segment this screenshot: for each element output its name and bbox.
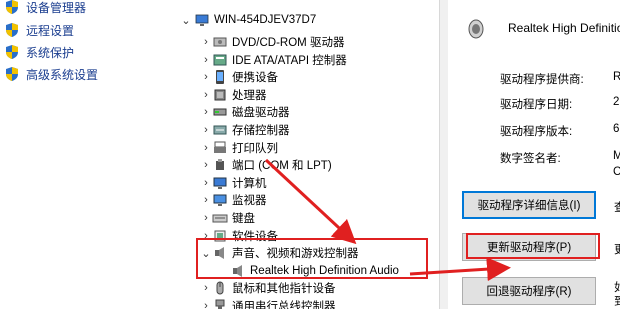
tree-item-label: 磁盘驱动器 [232,107,290,119]
signer-label: 数字签名者: [500,153,561,165]
device-properties-panel: Realtek High Definition 驱动程序提供商: R 驱动程序日… [448,0,620,309]
tree-root[interactable]: ⌄ WIN-454DJEV37D7 [172,9,440,31]
chevron-right-icon[interactable]: › [200,177,212,189]
rollback-driver-button[interactable]: 回退驱动程序(R) [462,277,596,305]
date-value: 2( [613,96,620,108]
tree-item-label: DVD/CD-ROM 驱动器 [232,37,345,49]
portable-device-icon [212,69,228,85]
keyboard-icon [212,210,228,226]
signer-value-2: C [613,166,620,178]
chevron-down-icon[interactable]: ⌄ [200,247,212,260]
date-label: 驱动程序日期: [500,99,573,111]
monitor-icon [212,192,228,208]
device-tree: ⌄ WIN-454DJEV37D7 › DVD/CD-ROM 驱动器 › IDE AT… [172,0,440,309]
signer-value: M [613,150,620,162]
update-driver-button[interactable]: 更新驱动程序(P) [462,233,596,261]
usb-icon [212,298,228,309]
disk-drive-icon [212,104,228,120]
chevron-right-icon[interactable]: › [200,89,212,101]
system-protection-link[interactable]: 系统保护 [4,41,74,63]
provider-label: 驱动程序提供商: [500,74,584,86]
chevron-right-icon[interactable]: › [200,36,212,48]
speaker-icon [212,245,228,261]
device-name: Realtek High Definition [508,21,620,35]
tree-item-label: 通用串行总线控制器 [232,301,336,309]
remote-settings-label: 远程设置 [26,23,75,38]
advanced-system-settings-link[interactable]: 高级系统设置 [4,63,98,85]
port-icon [212,157,228,173]
pane-divider [440,0,448,309]
tree-item-label: 存储控制器 [232,125,290,137]
chevron-right-icon[interactable]: › [200,282,212,294]
system-protection-label: 系统保护 [26,45,75,60]
advanced-system-settings-label: 高级系统设置 [26,67,99,82]
chevron-right-icon[interactable]: › [200,159,212,171]
speaker-icon [466,18,486,40]
device-manager-label: 设备管理器 [26,0,87,15]
tree-category[interactable]: › 通用串行总线控制器 [172,295,440,309]
version-value: 6. [613,123,620,135]
chevron-right-icon[interactable]: › [200,142,212,154]
update-desc: 更 [614,244,620,256]
chevron-right-icon[interactable]: › [200,212,212,224]
chevron-right-icon[interactable]: › [200,194,212,206]
details-desc: 查 [614,202,620,214]
computer-icon [194,12,210,28]
provider-value: R [613,71,620,83]
chevron-right-icon[interactable]: › [200,230,212,242]
tree-item-label: Realtek High Definition Audio [250,265,399,277]
version-label: 驱动程序版本: [500,126,573,138]
tree-item-label: 监视器 [232,195,267,207]
rollback-desc-2: 到 [614,296,620,308]
chevron-right-icon[interactable]: › [200,71,212,83]
mouse-icon [212,280,228,296]
tree-root-label: WIN-454DJEV37D7 [214,14,317,26]
chevron-right-icon[interactable]: › [200,54,212,66]
shield-icon [4,22,20,38]
driver-details-button[interactable]: 驱动程序详细信息(I) [462,191,596,219]
remote-settings-link[interactable]: 远程设置 [4,19,74,41]
chevron-right-icon[interactable]: › [200,300,212,309]
system-tasks-panel: 设备管理器 远程设置 系统保护 高级系统设置 [0,0,172,309]
shield-icon [4,0,20,15]
tree-item-label: 鼠标和其他指针设备 [232,283,336,295]
chevron-down-icon[interactable]: ⌄ [180,14,192,27]
shield-icon [4,66,20,82]
storage-controller-icon [212,122,228,138]
device-manager-link[interactable]: 设备管理器 [4,0,86,18]
tree-item-label: 键盘 [232,213,255,225]
dvd-drive-icon [212,34,228,50]
shield-icon [4,44,20,60]
chevron-right-icon[interactable]: › [200,124,212,136]
tree-item-label: 声音、视频和游戏控制器 [232,248,359,260]
chevron-right-icon[interactable]: › [200,106,212,118]
tree-item-label: 便携设备 [232,72,278,84]
tree-item-label: 端口 (COM 和 LPT) [232,160,332,172]
